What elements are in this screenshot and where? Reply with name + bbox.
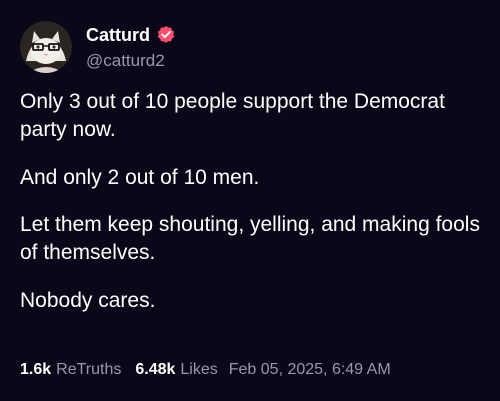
post-paragraph: And only 2 out of 10 men. <box>20 166 260 189</box>
post-paragraph: Let them keep shouting, yelling, and mak… <box>20 213 480 264</box>
avatar[interactable] <box>20 21 72 73</box>
truth-post: Catturd @catturd2 Only 3 out of 10 peopl… <box>0 0 500 401</box>
retruths-count: 1.6k <box>20 361 52 378</box>
author-name-row: Catturd <box>86 22 176 48</box>
verified-check-icon <box>156 25 176 45</box>
likes-label: Likes <box>180 361 218 378</box>
retruths-label: ReTruths <box>56 361 122 378</box>
likes-stat[interactable]: 6.48k Likes <box>135 359 217 381</box>
post-timestamp[interactable]: Feb 05, 2025, 6:49 AM <box>229 359 391 381</box>
post-stats-bar: 1.6k ReTruths 6.48k Likes Feb 05, 2025, … <box>20 358 391 382</box>
cat-avatar-image <box>20 21 72 73</box>
post-body: Only 3 out of 10 people support the Demo… <box>20 88 490 335</box>
post-paragraph: Nobody cares. <box>20 289 156 312</box>
post-paragraph: Only 3 out of 10 people support the Demo… <box>20 90 445 141</box>
likes-count: 6.48k <box>135 361 176 378</box>
author-display-name[interactable]: Catturd <box>86 23 150 47</box>
author-handle[interactable]: @catturd2 <box>86 50 165 72</box>
retruths-stat[interactable]: 1.6k ReTruths <box>20 359 121 381</box>
